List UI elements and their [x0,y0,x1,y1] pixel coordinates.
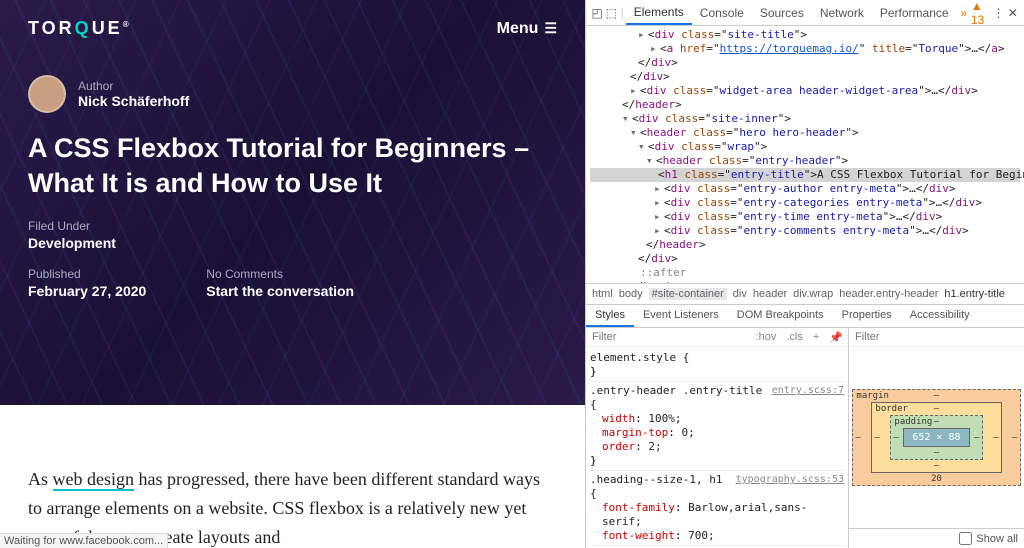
published-label: Published [28,267,146,281]
styles-tabs: Styles Event Listeners DOM Breakpoints P… [586,304,1024,328]
browser-statusbar: Waiting for www.facebook.com... [0,533,168,548]
bc-h1[interactable]: h1.entry-title [944,288,1005,300]
avatar[interactable] [28,75,66,113]
tab-console[interactable]: Console [692,0,752,25]
site-logo[interactable]: TORQUE® [28,18,132,39]
cls-button[interactable]: .cls [781,331,808,343]
logo-q: Q [75,18,92,38]
pin-icon[interactable]: 📌 [824,331,848,344]
showall-label: Show all [976,533,1018,545]
tab-network[interactable]: Network [812,0,872,25]
filed-value[interactable]: Development [28,235,557,251]
logo-text2: UE [92,18,123,38]
bc-div[interactable]: div [733,288,747,300]
bc-header[interactable]: header [753,288,787,300]
logo-text: TOR [28,18,75,38]
author-name[interactable]: Nick Schäferhoff [78,93,189,109]
web-design-link[interactable]: web design [53,469,134,491]
dom-breadcrumbs[interactable]: html body #site-container div header div… [586,283,1024,304]
hero-content: Author Nick Schäferhoff A CSS Flexbox Tu… [0,75,585,299]
topbar: TORQUE® Menu [0,0,585,57]
stab-dom[interactable]: DOM Breakpoints [728,305,833,327]
author-row: Author Nick Schäferhoff [28,75,557,113]
stab-styles[interactable]: Styles [586,305,634,327]
bc-html[interactable]: html [592,288,613,300]
meta-filed: Filed Under Development [28,219,557,251]
website-viewport: TORQUE® Menu Author Nick Schäferhoff A C… [0,0,585,548]
more-tabs-icon[interactable]: » [957,6,971,20]
tab-sources[interactable]: Sources [752,0,812,25]
menu-label: Menu [497,20,539,38]
comments-value[interactable]: Start the conversation [206,283,354,299]
styles-rules-panel: :hov .cls + 📌 element.style { } entry.sc… [586,328,849,548]
tab-elements[interactable]: Elements [626,0,692,25]
stab-props[interactable]: Properties [833,305,901,327]
page-title: A CSS Flexbox Tutorial for Beginners – W… [28,131,557,201]
showall-row: Show all [849,528,1024,548]
close-icon[interactable]: ✕ [1006,6,1020,20]
bc-body[interactable]: body [619,288,643,300]
author-label: Author [78,79,189,93]
bc-entryheader[interactable]: header.entry-header [839,288,938,300]
settings-icon[interactable]: ⋮ [991,6,1005,20]
box-content-size: 652 × 88 [903,428,969,447]
styles-filter-input[interactable] [586,328,751,346]
bc-wrap[interactable]: div.wrap [793,288,833,300]
comments-label: No Comments [206,267,354,281]
styles-filter-row: :hov .cls + 📌 [586,328,848,347]
box-model-diagram[interactable]: margin –20–– border –––– padding –––– 65… [849,347,1024,528]
stab-a11y[interactable]: Accessibility [901,305,979,327]
article-body: As web design has progressed, there have… [0,405,585,548]
computed-filter-input[interactable] [849,328,1024,346]
meta-row: Published February 27, 2020 No Comments … [28,267,557,299]
hov-button[interactable]: :hov [751,331,782,343]
add-rule-icon[interactable]: + [808,331,824,343]
stab-events[interactable]: Event Listeners [634,305,728,327]
menu-button[interactable]: Menu [497,20,557,38]
inspect-icon[interactable]: ◰ [590,6,604,20]
filed-label: Filed Under [28,219,557,233]
device-icon[interactable]: ⬚ [604,6,618,20]
warning-badge[interactable]: ▲ 13 [971,0,991,27]
box-model-panel: margin –20–– border –––– padding –––– 65… [849,328,1024,548]
body-text: As [28,469,53,489]
meta-published: Published February 27, 2020 [28,267,146,299]
showall-checkbox[interactable] [959,532,972,545]
tab-performance[interactable]: Performance [872,0,957,25]
selected-dom-node[interactable]: <h1 class="entry-title">A CSS Flexbox Tu… [590,168,1020,182]
published-value: February 27, 2020 [28,283,146,299]
bc-container[interactable]: #site-container [649,288,727,300]
elements-tree[interactable]: ▸<div class="site-title"> ▸<a href="http… [586,26,1024,283]
meta-comments: No Comments Start the conversation [206,267,354,299]
styles-body: :hov .cls + 📌 element.style { } entry.sc… [586,328,1024,548]
devtools-tabs: ◰ ⬚ | Elements Console Sources Network P… [586,0,1024,26]
hero-section: TORQUE® Menu Author Nick Schäferhoff A C… [0,0,585,405]
css-rules[interactable]: element.style { } entry.scss:7.entry-hea… [586,347,848,548]
devtools-panel: ◰ ⬚ | Elements Console Sources Network P… [585,0,1024,548]
